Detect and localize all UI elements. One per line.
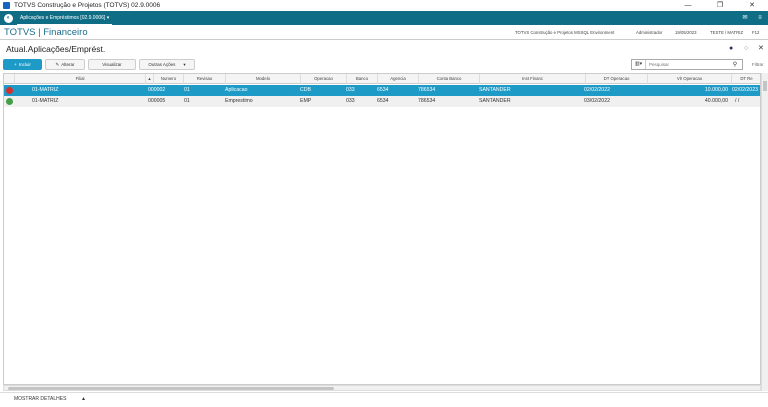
cell-numero: 000002 [148,87,166,93]
table-row[interactable]: 01-MATRIZ 000002 01 Aplicacao CDB 033 65… [4,85,760,96]
cell-numero: 000005 [148,98,166,104]
outras-acoes-button[interactable]: Outras Ações ▾ [139,59,195,70]
details-footer: MOSTRAR DETALHES ▲ [0,392,768,407]
page-title: Atual.Aplicações/Emprést. [6,44,106,54]
cell-vlr-operacao: 10.000,00 [704,87,728,93]
cell-agencia: 6534 [377,87,389,93]
data-grid: Filial ▲ Numero Revisao Modelo Operacao … [3,73,761,385]
window-title: TOTVS Construção e Projetos (TOTVS) 02.9… [14,2,161,9]
mail-icon[interactable]: ✉ [741,14,749,22]
tab-label: Aplicações e Empréstimos [02.9.0006] [20,15,106,21]
cell-dt-operacao: 02/02/2022 [584,87,610,93]
status-green-icon [6,98,13,105]
expand-up-icon[interactable]: ▲ [81,393,86,406]
col-conta-header[interactable]: Conta Banco [419,74,480,84]
minimize-button[interactable]: — [672,0,704,11]
settings-icon[interactable]: ○ [744,44,748,54]
vertical-scroll-thumb[interactable] [763,81,767,91]
vertical-scrollbar[interactable] [761,73,768,391]
show-details-button[interactable]: MOSTRAR DETALHES [14,393,66,406]
cell-dt-resgate: / / [735,98,740,104]
search-input[interactable] [646,60,730,69]
pencil-icon: ✎ [55,62,60,67]
alterar-label: Alterar [61,62,75,67]
menu-icon[interactable]: ≡ [756,14,764,22]
outras-acoes-label: Outras Ações [148,62,176,67]
visualizar-button[interactable]: Visualizar [88,59,136,70]
col-dt-operacao-header[interactable]: DT Operacao [586,74,648,84]
incluir-button[interactable]: + Incluir [3,59,42,70]
brand-title: TOTVS | Financeiro [4,26,88,38]
chevron-down-icon: ▾ [183,62,186,67]
sort-arrow-icon[interactable]: ▲ [146,74,154,84]
help-icon[interactable]: ● [729,44,733,54]
col-filial-header[interactable]: Filial [15,74,146,84]
cell-dt-operacao: 03/02/2022 [584,98,610,104]
window-titlebar: TOTVS Construção e Projetos (TOTVS) 02.9… [0,0,768,11]
col-dt-resgate-header[interactable]: DT Re [732,74,760,84]
cell-modelo: Emprestimo [225,98,253,104]
cell-inst: SANTANDER [479,98,511,104]
branch-label: TESTE / MATRIZ [710,30,744,35]
plus-icon: + [14,62,17,67]
cell-filial: 01-MATRIZ [32,98,59,104]
table-row[interactable]: 01-MATRIZ 000005 01 Emprestimo EMP 033 6… [4,96,760,107]
col-vlr-operacao-header[interactable]: Vlr Operacao [648,74,732,84]
maximize-button[interactable]: ❐ [704,0,736,11]
col-modelo-header[interactable]: Modelo [226,74,301,84]
cell-banco: 033 [346,98,355,104]
cell-agencia: 6534 [377,98,389,104]
close-window-button[interactable]: ✕ [736,0,768,11]
cell-inst: SANTANDER [479,87,511,93]
alterar-button[interactable]: ✎ Alterar [45,59,85,70]
top-navbar: ◐ Aplicações e Empréstimos [02.9.0006] ▾… [0,11,768,25]
horizontal-scrollbar[interactable] [3,385,761,391]
cell-filial: 01-MATRIZ [32,87,59,93]
close-page-icon[interactable]: ✕ [758,44,764,54]
app-icon [3,2,10,9]
col-inst-header[interactable]: Inst Financ [480,74,586,84]
cell-conta: 786534 [418,87,436,93]
cell-modelo: Aplicacao [225,87,248,93]
app-header: TOTVS | Financeiro TOTVS Construção e Pr… [0,25,768,40]
user-label: Administrador [636,30,663,35]
cell-revisao: 01 [184,87,190,93]
shortcut-label: F12 [752,30,760,35]
cell-revisao: 01 [184,98,190,104]
action-toolbar: + Incluir ✎ Alterar Visualizar Outras Açõe… [3,59,195,70]
incluir-label: Incluir [18,62,31,67]
col-numero-header[interactable]: Numero [154,74,184,84]
cell-conta: 786534 [418,98,436,104]
visualizar-label: Visualizar [102,62,122,67]
date-label: 19/05/2023 [675,30,697,35]
cell-dt-resgate: 02/02/2023 [732,87,758,93]
columns-selector-icon[interactable]: ▥▾ [632,60,646,69]
horizontal-scroll-thumb[interactable] [8,387,334,390]
cell-operacao: EMP [300,98,312,104]
col-revisao-header[interactable]: Revisao [184,74,226,84]
totvs-logo-icon[interactable]: ◐ [4,13,13,23]
col-status-header [4,74,15,84]
col-operacao-header[interactable]: Operacao [301,74,347,84]
col-agencia-header[interactable]: Agencia [378,74,419,84]
search-box: ▥▾ ⚲ [631,59,743,70]
col-banco-header[interactable]: Banco [347,74,378,84]
cell-banco: 033 [346,87,355,93]
cell-vlr-operacao: 40.000,00 [704,98,728,104]
status-red-icon [6,87,13,94]
tab-aplicacoes-emprestimos[interactable]: Aplicações e Empréstimos [02.9.0006] ▾ [17,11,113,25]
cell-operacao: CDB [300,87,311,93]
search-icon[interactable]: ⚲ [730,61,740,68]
filter-link[interactable]: Filtrar [752,59,764,70]
environment-label: TOTVS Construção e Projetos MSSQL Enviro… [515,30,615,35]
grid-header: Filial ▲ Numero Revisao Modelo Operacao … [4,74,760,84]
